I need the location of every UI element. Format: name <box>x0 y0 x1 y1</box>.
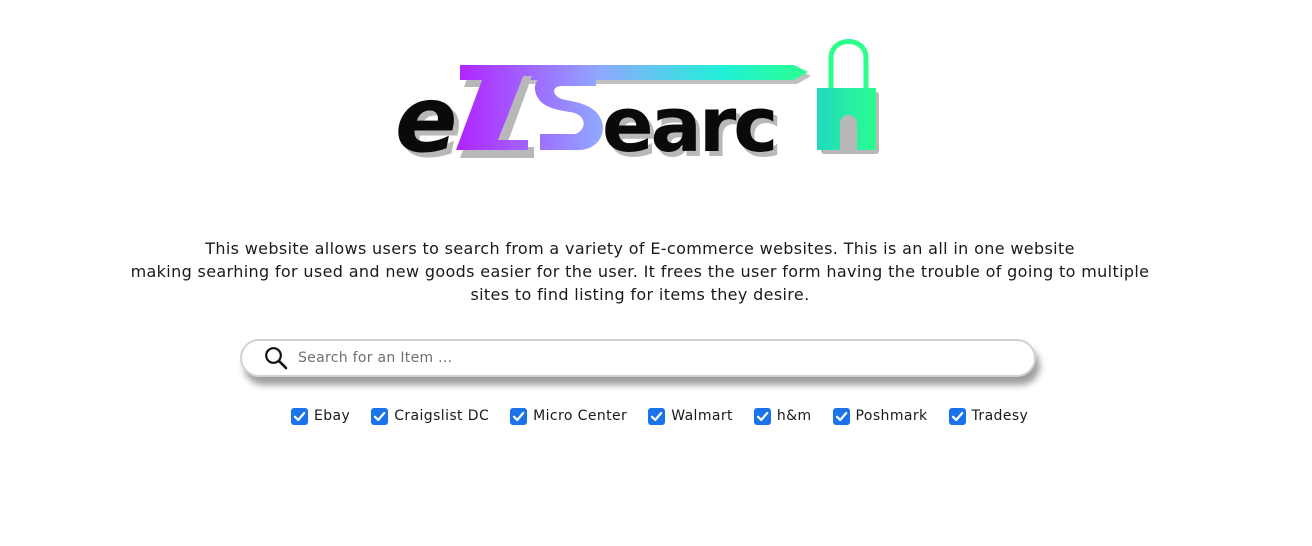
site-option-micro-center[interactable]: Micro Center <box>510 407 628 425</box>
site-option-craigslist-dc[interactable]: Craigslist DC <box>371 407 490 425</box>
search-input[interactable] <box>298 343 998 373</box>
site-label: Ebay <box>314 408 351 424</box>
checkbox-craigslist-dc[interactable] <box>371 407 389 425</box>
logo-letter-e: e <box>395 66 454 162</box>
logo-letter-z <box>456 69 534 158</box>
site-option-walmart[interactable]: Walmart <box>648 407 733 425</box>
site-label: Craigslist DC <box>394 408 490 424</box>
checkmark-icon <box>835 411 847 421</box>
description-line: sites to find listing for items they des… <box>470 285 810 304</box>
site-label: Tradesy <box>971 408 1029 424</box>
checkmark-icon <box>374 411 386 421</box>
search-bar[interactable] <box>240 339 1036 377</box>
checkbox-hm[interactable] <box>753 407 771 425</box>
site-label: h&m <box>776 408 812 424</box>
description-line: This website allows users to search from… <box>205 239 1075 258</box>
site-option-poshmark[interactable]: Poshmark <box>832 407 928 425</box>
search-icon[interactable] <box>263 345 289 371</box>
site-option-tradesy[interactable]: Tradesy <box>948 407 1029 425</box>
shopping-bag-icon <box>817 39 879 154</box>
checkbox-walmart[interactable] <box>648 407 666 425</box>
logo-graphic: e earc e earc <box>395 39 879 162</box>
checkbox-ebay[interactable] <box>291 407 308 425</box>
checkmark-icon <box>651 411 663 421</box>
checkmark-icon <box>951 411 963 421</box>
checkmark-icon <box>756 411 769 421</box>
logo-letters-earc: earc <box>602 80 775 162</box>
site-logo: e earc e earc <box>390 34 890 162</box>
checkmark-icon <box>513 411 525 421</box>
site-filter-list: Ebay Craigslist DC Micro Center Walmart … <box>291 404 1028 428</box>
site-option-hm[interactable]: h&m <box>753 407 812 425</box>
checkbox-micro-center[interactable] <box>510 407 528 425</box>
site-label: Walmart <box>671 408 733 424</box>
checkbox-poshmark[interactable] <box>832 407 850 425</box>
logo-letter-s <box>534 72 603 150</box>
site-label: Poshmark <box>855 408 928 424</box>
site-label: Micro Center <box>533 408 628 424</box>
site-option-ebay[interactable]: Ebay <box>291 407 351 425</box>
site-description: This website allows users to search from… <box>0 237 1280 306</box>
checkmark-icon <box>293 411 306 421</box>
checkbox-tradesy[interactable] <box>948 407 966 425</box>
description-line: making searhing for used and new goods e… <box>130 262 1150 281</box>
